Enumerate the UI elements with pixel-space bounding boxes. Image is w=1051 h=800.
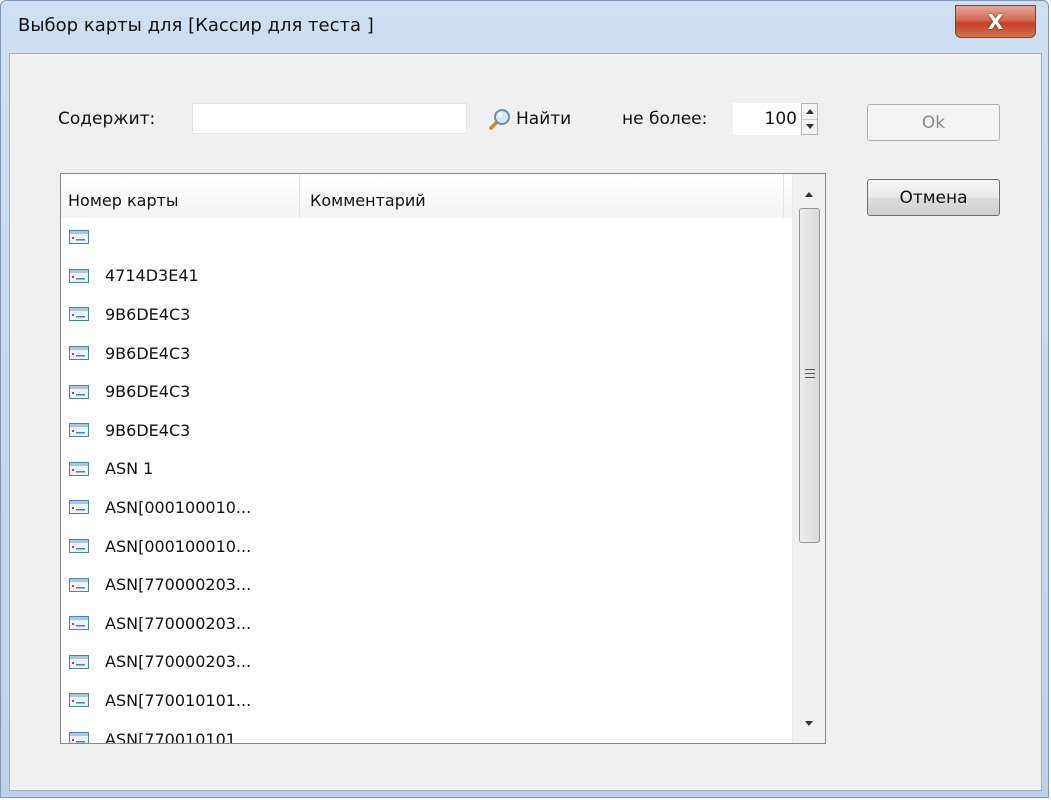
list-item[interactable]: ASN[770000203... [61, 643, 792, 682]
card-icon [69, 654, 89, 669]
card-number: ASN[770000203... [105, 575, 252, 595]
column-header-card-number[interactable]: Номер карты [61, 174, 300, 218]
list-item[interactable]: 9B6DE4C3 [61, 411, 792, 450]
spin-up-button[interactable] [802, 104, 817, 120]
ok-button[interactable]: Ok [867, 104, 1000, 141]
card-icon [69, 732, 89, 743]
vertical-scrollbar[interactable] [792, 174, 825, 743]
card-number: ASN[770000203... [105, 652, 252, 672]
card-number: ASN[770010101... [105, 690, 252, 710]
card-list[interactable]: Номер карты Комментарий 4714D3E41 9B6DE4C… [60, 173, 826, 744]
scroll-up-button[interactable] [793, 178, 825, 210]
list-item[interactable]: 9B6DE4C3 [61, 334, 792, 373]
triangle-up-icon [805, 109, 814, 114]
scroll-thumb[interactable] [799, 208, 820, 543]
list-item[interactable]: ASN[770010101... [61, 681, 792, 720]
card-number: 9B6DE4C3 [105, 304, 191, 324]
card-icon [69, 423, 89, 438]
card-icon [69, 500, 89, 515]
list-item[interactable]: 4714D3E41 [61, 257, 792, 296]
find-label: Найти [516, 109, 572, 129]
cancel-button[interactable]: Отмена [867, 179, 1000, 216]
close-button[interactable]: X [955, 5, 1036, 38]
grip-icon [805, 369, 815, 378]
list-header: Номер карты Комментарий [61, 174, 792, 218]
triangle-down-icon [805, 124, 814, 129]
column-header-comment[interactable]: Комментарий [300, 174, 784, 218]
limit-spinner[interactable] [801, 103, 818, 135]
card-icon [69, 268, 89, 283]
list-item[interactable]: ASN[000100010... [61, 527, 792, 566]
dialog-window: Выбор карты для [Кассир для теста ] X Со… [0, 0, 1049, 798]
card-icon [69, 539, 89, 554]
card-icon [69, 230, 89, 245]
list-item[interactable]: 9B6DE4C3 [61, 295, 792, 334]
list-item[interactable] [61, 218, 792, 257]
contains-label: Содержит: [58, 109, 156, 129]
card-number: 9B6DE4C3 [105, 420, 191, 440]
card-icon [69, 307, 89, 322]
list-item[interactable]: ASN[770010101... [61, 720, 792, 744]
list-item[interactable]: ASN[770000203... [61, 565, 792, 604]
card-number: 9B6DE4C3 [105, 382, 191, 402]
magnifier-icon [489, 109, 510, 130]
title-bar[interactable]: Выбор карты для [Кассир для теста ] X [1, 1, 1048, 53]
card-number: ASN[000100010... [105, 497, 252, 517]
card-number: ASN[770000203... [105, 613, 252, 633]
card-icon [69, 693, 89, 708]
card-number: 4714D3E41 [105, 266, 199, 286]
card-icon [69, 577, 89, 592]
find-button[interactable]: Найти [488, 106, 571, 132]
close-icon: X [987, 9, 1004, 34]
card-icon [69, 384, 89, 399]
list-item[interactable]: ASN[770000203... [61, 604, 792, 643]
list-item[interactable]: ASN[000100010... [61, 488, 792, 527]
contains-input[interactable] [192, 103, 467, 134]
list-rows: 4714D3E41 9B6DE4C3 9B6DE4C3 9B6DE4C3 9B6DE4C… [61, 218, 792, 744]
list-item[interactable]: 9B6DE4C3 [61, 372, 792, 411]
dialog-client-area: Содержит: Найти не более: 100 Ok Отмена … [9, 53, 1042, 791]
limit-label: не более: [622, 109, 708, 129]
card-icon [69, 616, 89, 631]
limit-input[interactable]: 100 [733, 103, 801, 135]
card-icon [69, 346, 89, 361]
card-icon [69, 461, 89, 476]
scroll-down-icon [805, 720, 813, 726]
scroll-up-icon [805, 191, 813, 197]
window-title: Выбор карты для [Кассир для теста ] [18, 15, 374, 36]
card-number: ASN[000100010... [105, 536, 252, 556]
card-number: ASN[770010101... [105, 729, 252, 744]
card-number: 9B6DE4C3 [105, 343, 191, 363]
list-item[interactable]: ASN 1 [61, 450, 792, 489]
card-number: ASN 1 [105, 459, 154, 479]
spin-down-button[interactable] [802, 119, 817, 134]
scroll-down-button[interactable] [793, 707, 825, 739]
